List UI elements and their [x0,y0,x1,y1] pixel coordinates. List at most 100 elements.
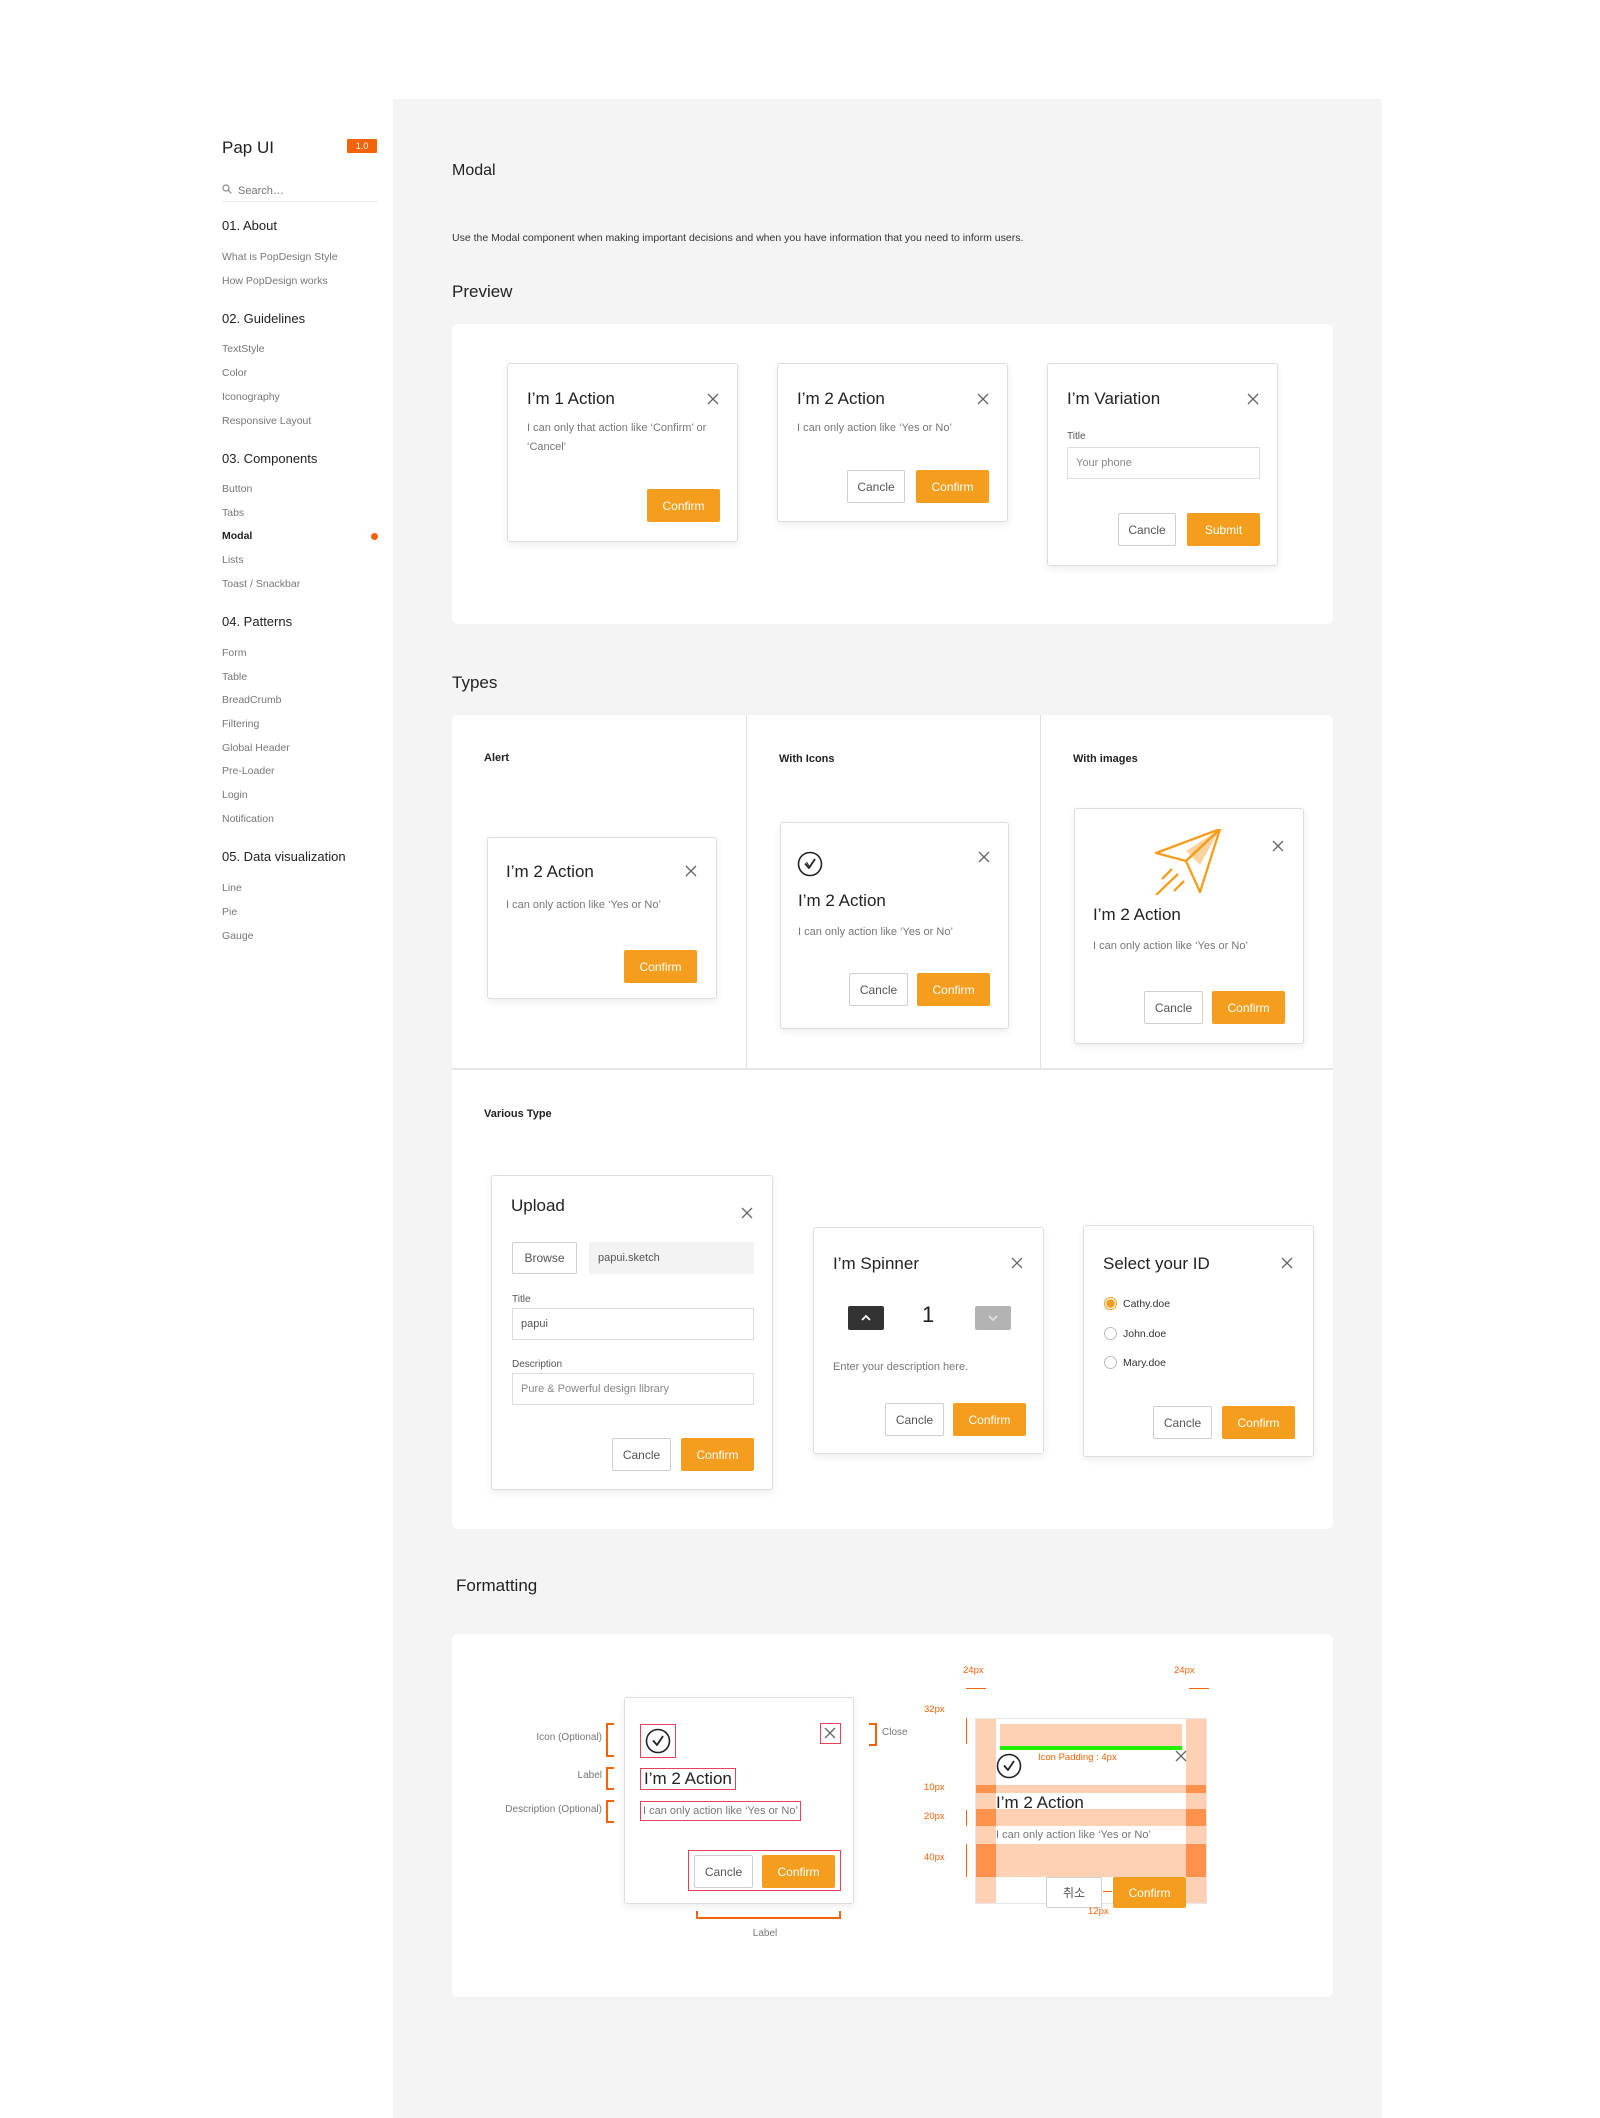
modal-description: I can only action like ‘Yes or No’ [798,926,953,938]
brand-title: Pap UI [222,138,274,157]
close-icon[interactable] [740,1206,754,1220]
nav-group-components[interactable]: 03. Components [222,451,317,466]
confirm-button[interactable]: Confirm [762,1855,835,1888]
nav-item[interactable]: TextStyle [222,343,265,355]
nav-item[interactable]: Table [222,671,247,683]
radio-icon[interactable] [1104,1356,1117,1369]
confirm-button[interactable]: Confirm [681,1438,754,1471]
nav-item[interactable]: Pie [222,906,237,918]
cancel-button[interactable]: Cancle [849,973,908,1006]
cancel-button[interactable]: Cancle [612,1438,671,1471]
annotation-buttons: Label [752,1928,778,1939]
modal-description: I can only that action like ‘Confirm’ or… [527,422,707,453]
modal-title: I’m Variation [1067,389,1161,408]
icon-padding-guide [1000,1746,1182,1750]
nav-item[interactable]: Color [222,367,247,379]
close-icon[interactable] [1271,839,1285,853]
decrement-button[interactable] [975,1306,1011,1330]
phone-input[interactable]: Your phone [1067,447,1260,479]
nav-item[interactable]: How PopDesign works [222,275,328,287]
cancel-button[interactable]: 취소 [1046,1877,1102,1908]
search-icon [222,184,232,197]
radio-option[interactable]: Cathy.doe [1104,1297,1170,1310]
radio-option[interactable]: John.doe [1104,1327,1166,1340]
close-icon[interactable] [1010,1256,1024,1270]
cancel-button[interactable]: Cancle [1144,991,1203,1024]
radio-option[interactable]: Mary.doe [1104,1356,1166,1369]
padding-overlay [1000,1724,1182,1747]
modal-title: I’m 2 Action [798,891,886,910]
nav-group-patterns[interactable]: 04. Patterns [222,614,292,629]
radio-selected-icon[interactable] [1104,1297,1117,1310]
nav-item[interactable]: BreadCrumb [222,694,282,706]
nav-item-modal-active[interactable]: Modal [222,530,252,542]
browse-button[interactable]: Browse [512,1242,577,1274]
nav-item[interactable]: Line [222,882,242,894]
spec-icon-padding: Icon Padding : 4px [1038,1752,1117,1763]
nav-item[interactable]: Global Header [222,742,290,754]
nav-item[interactable]: Login [222,789,248,801]
cancel-button[interactable]: Cancle [1153,1406,1212,1439]
nav-item[interactable]: Filtering [222,718,259,730]
annotation-icon: Icon (Optional) [536,1732,602,1743]
cancel-button[interactable]: Cancle [694,1855,753,1888]
close-icon[interactable] [1246,392,1260,406]
nav-item[interactable]: Form [222,647,247,659]
increment-button[interactable] [848,1306,884,1330]
close-icon[interactable] [977,850,991,864]
close-icon[interactable] [684,864,698,878]
paper-plane-icon [1154,827,1224,896]
spec-measure-line [966,1688,986,1689]
modal-with-images: I’m 2 Action I can only action like ‘Yes… [1074,808,1304,1044]
search-field[interactable] [222,180,378,202]
modal-title: Upload [511,1196,565,1215]
nav-item[interactable]: Lists [222,554,244,566]
cancel-button[interactable]: Cancle [885,1403,944,1436]
nav-group-guidelines[interactable]: 02. Guidelines [222,311,305,326]
nav-item[interactable]: Pre-Loader [222,765,275,777]
nav-group-data-visualization[interactable]: 05. Data visualization [222,849,346,864]
cancel-button[interactable]: Cancle [1118,513,1176,546]
confirm-button[interactable]: Confirm [624,950,697,983]
nav-group-about[interactable]: 01. About [222,218,277,233]
confirm-button[interactable]: Confirm [917,973,990,1006]
annotation-label: Label [577,1770,602,1781]
description-input[interactable]: Pure & Powerful design library [512,1373,754,1405]
radio-label: John.doe [1123,1327,1167,1340]
close-icon[interactable] [1280,1256,1294,1270]
confirm-button[interactable]: Confirm [916,470,989,503]
nav-item[interactable]: Tabs [222,507,244,519]
gap-overlay [1186,1785,1206,1793]
close-icon[interactable] [976,392,990,406]
search-input[interactable] [238,184,368,197]
modal-annotated-sample: I’m 2 Action I can only action like ‘Yes… [624,1697,854,1904]
type-heading-with-images: With images [1073,753,1138,765]
nav-item[interactable]: Notification [222,813,274,825]
nav-item[interactable]: Iconography [222,391,280,403]
radio-icon[interactable] [1104,1327,1117,1340]
nav-item[interactable]: Gauge [222,930,254,942]
close-icon[interactable] [706,392,720,406]
confirm-button[interactable]: Confirm [953,1403,1026,1436]
section-title-types: Types [452,673,498,692]
gap-overlay [976,1809,1206,1826]
close-icon[interactable] [823,1726,837,1740]
confirm-button[interactable]: Confirm [1222,1406,1295,1439]
type-heading-alert: Alert [484,752,510,764]
confirm-button[interactable]: Confirm [1113,1877,1186,1908]
chevron-up-icon [861,1315,871,1321]
modal-title: Select your ID [1103,1254,1210,1273]
spec-gap-title: 10px [924,1782,945,1793]
bracket [869,1723,877,1746]
cancel-button[interactable]: Cancle [847,470,905,503]
confirm-button[interactable]: Confirm [1212,991,1285,1024]
nav-item[interactable]: What is PopDesign Style [222,251,338,263]
nav-item[interactable]: Responsive Layout [222,415,311,427]
confirm-button[interactable]: Confirm [647,489,720,522]
nav-item[interactable]: Button [222,483,252,495]
nav-item[interactable]: Toast / Snackbar [222,578,300,590]
modal-two-action: I’m 2 Action I can only action like ‘Yes… [777,363,1008,522]
submit-button[interactable]: Submit [1187,513,1260,546]
title-input[interactable]: papui [512,1308,754,1340]
close-icon[interactable] [1174,1749,1188,1763]
